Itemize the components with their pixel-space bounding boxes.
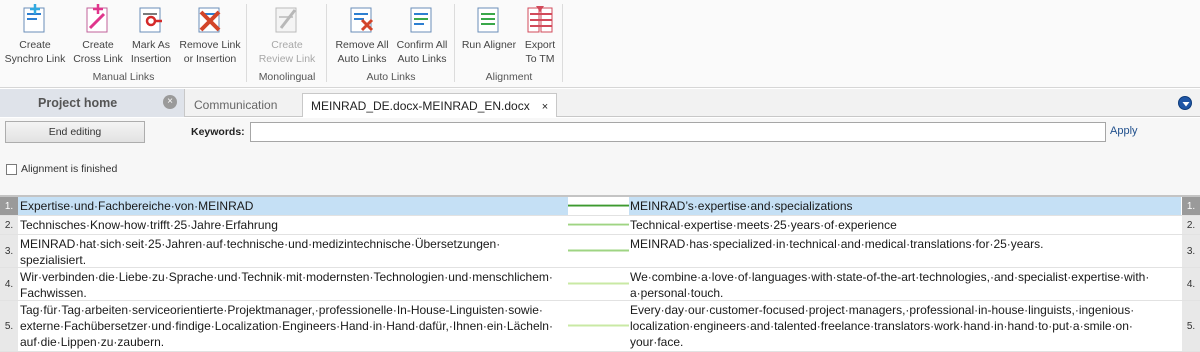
remove-all-auto-links-label: Remove All bbox=[335, 39, 389, 51]
alignment-grid: 1. Expertise·und·Fachbereiche·von·MEINRA… bbox=[0, 195, 1200, 352]
group-label-auto-links: Auto Links bbox=[366, 71, 416, 83]
confirm-all-auto-links-button[interactable]: Confirm All Auto Links bbox=[393, 2, 451, 66]
target-segment-number: 2. bbox=[1182, 216, 1200, 234]
ribbon-group-manual-links: Create Synchro Link Create Cross Link Ma… bbox=[0, 0, 247, 88]
alignment-finished-label: Alignment is finished bbox=[21, 163, 118, 175]
tab-bar: Project home × Communication MEINRAD_DE.… bbox=[0, 89, 1200, 117]
export-to-tm-label-2: To TM bbox=[525, 53, 555, 65]
create-cross-link-icon bbox=[86, 4, 108, 33]
source-segment-text[interactable]: Technisches·Know-how·trifft·25·Jahre·Erf… bbox=[20, 217, 568, 233]
remove-link-icon bbox=[198, 7, 221, 33]
create-review-link-icon bbox=[275, 7, 297, 33]
segment-row[interactable]: 2. Technisches·Know-how·trifft·25·Jahre·… bbox=[0, 216, 1200, 235]
source-segment-text[interactable]: Tag·für·Tag·arbeiten·serviceorientierte·… bbox=[20, 302, 568, 350]
segment-row[interactable]: 4. Wir·verbinden·die·Liebe·zu·Sprache·un… bbox=[0, 268, 1200, 301]
source-segment-text[interactable]: Expertise·und·Fachbereiche·von·MEINRAD bbox=[20, 198, 568, 214]
create-cross-link-label-2: Cross Link bbox=[73, 53, 123, 65]
alignment-link[interactable] bbox=[568, 216, 629, 234]
remove-all-auto-links-button[interactable]: Remove All Auto Links bbox=[333, 2, 391, 66]
tab-list-dropdown-icon[interactable] bbox=[1178, 96, 1192, 110]
alignment-link[interactable] bbox=[568, 235, 629, 267]
group-label-manual-links: Manual Links bbox=[92, 71, 155, 83]
alignment-finished-checkbox[interactable] bbox=[6, 164, 17, 175]
group-label-alignment: Alignment bbox=[485, 71, 533, 83]
close-tab-icon[interactable]: × bbox=[542, 101, 548, 113]
source-segment-number: 4. bbox=[0, 268, 18, 300]
remove-all-auto-links-icon bbox=[350, 7, 374, 33]
source-segment-number: 2. bbox=[0, 216, 18, 234]
target-segment-number: 3. bbox=[1182, 235, 1200, 267]
mark-as-insertion-icon bbox=[139, 7, 162, 33]
create-review-link-button[interactable]: Create Review Link bbox=[257, 2, 317, 66]
keywords-label: Keywords: bbox=[191, 126, 245, 138]
target-segment-number: 1. bbox=[1182, 197, 1200, 215]
source-segment-number: 1. bbox=[0, 197, 18, 215]
ribbon-group-monolingual: Create Review Link Monolingual bbox=[247, 0, 327, 88]
mark-as-insertion-label: Mark As bbox=[132, 39, 170, 51]
close-project-home-icon[interactable]: × bbox=[163, 95, 177, 109]
export-to-tm-button[interactable]: Export To TM bbox=[521, 2, 559, 66]
tab-communication[interactable]: Communication bbox=[186, 93, 285, 117]
alignment-link[interactable] bbox=[568, 197, 629, 215]
confirm-all-auto-links-label-2: Auto Links bbox=[397, 53, 447, 65]
target-segment-text[interactable]: MEINRAD’s·expertise·and·specializations bbox=[630, 198, 1178, 214]
tab-active-document-label: MEINRAD_DE.docx-MEINRAD_EN.docx bbox=[311, 99, 530, 113]
run-aligner-button[interactable]: Run Aligner bbox=[459, 2, 519, 52]
apply-link[interactable]: Apply bbox=[1110, 125, 1138, 137]
ribbon: Create Synchro Link Create Cross Link Ma… bbox=[0, 0, 1200, 88]
run-aligner-icon bbox=[477, 7, 499, 33]
target-segment-number: 5. bbox=[1182, 301, 1200, 351]
tab-active-document[interactable]: MEINRAD_DE.docx-MEINRAD_EN.docx × bbox=[302, 93, 558, 117]
source-segment-text[interactable]: Wir·verbinden·die·Liebe·zu·Sprache·und·T… bbox=[20, 269, 568, 301]
segment-row[interactable]: 5. Tag·für·Tag·arbeiten·serviceorientier… bbox=[0, 301, 1200, 352]
remove-link-label-2: or Insertion bbox=[183, 53, 237, 65]
target-segment-text[interactable]: Technical·expertise·meets·25·years·of·ex… bbox=[630, 217, 1178, 233]
source-segment-number: 5. bbox=[0, 301, 18, 351]
create-cross-link-label: Create bbox=[82, 39, 114, 51]
end-editing-button[interactable]: End editing bbox=[5, 121, 145, 143]
ribbon-group-auto-links: Remove All Auto Links Confirm All Auto L… bbox=[327, 0, 455, 88]
target-segment-text[interactable]: We·combine·a·love·of·languages·with·stat… bbox=[630, 269, 1178, 301]
target-segment-text[interactable]: MEINRAD·has·specialized·in·technical·and… bbox=[630, 236, 1178, 252]
keywords-input[interactable] bbox=[250, 122, 1106, 142]
confirm-all-auto-links-icon bbox=[410, 7, 432, 33]
confirm-all-auto-links-label: Confirm All bbox=[396, 39, 448, 51]
group-label-monolingual: Monolingual bbox=[258, 71, 316, 83]
target-segment-number: 4. bbox=[1182, 268, 1200, 300]
tab-project-home-label: Project home bbox=[38, 96, 118, 110]
remove-link-label: Remove Link bbox=[179, 39, 241, 51]
create-synchro-link-button[interactable]: Create Synchro Link bbox=[4, 2, 66, 66]
export-to-tm-label: Export bbox=[524, 39, 556, 51]
segment-row[interactable]: 1. Expertise·und·Fachbereiche·von·MEINRA… bbox=[0, 197, 1200, 216]
alignment-link[interactable] bbox=[568, 301, 629, 351]
ribbon-group-alignment: Run Aligner Export To TM Alignment bbox=[455, 0, 563, 88]
editor-toolbar: End editing Keywords: Apply Alignment is… bbox=[0, 118, 1200, 195]
create-review-link-label-2: Review Link bbox=[258, 53, 316, 65]
create-synchro-link-icon bbox=[23, 4, 45, 33]
mark-as-insertion-label-2: Insertion bbox=[130, 53, 172, 65]
mark-as-insertion-button[interactable]: Mark As Insertion bbox=[128, 2, 174, 66]
source-segment-text[interactable]: MEINRAD·hat·sich·seit·25·Jahren·auf·tech… bbox=[20, 236, 568, 268]
create-synchro-link-label-2: Synchro Link bbox=[4, 53, 66, 65]
create-synchro-link-label: Create bbox=[19, 39, 51, 51]
create-cross-link-button[interactable]: Create Cross Link bbox=[70, 2, 126, 66]
remove-link-or-insertion-button[interactable]: Remove Link or Insertion bbox=[178, 2, 242, 66]
ribbon-separator bbox=[562, 4, 563, 82]
export-to-tm-icon bbox=[527, 6, 553, 33]
target-segment-text[interactable]: Every·day·our·customer-focused·project·m… bbox=[630, 302, 1178, 350]
remove-all-auto-links-label-2: Auto Links bbox=[337, 53, 387, 65]
run-aligner-label: Run Aligner bbox=[461, 39, 517, 51]
segment-row[interactable]: 3. MEINRAD·hat·sich·seit·25·Jahren·auf·t… bbox=[0, 235, 1200, 268]
source-segment-number: 3. bbox=[0, 235, 18, 267]
tab-project-home[interactable]: Project home × bbox=[0, 89, 185, 117]
tab-communication-label: Communication bbox=[194, 98, 278, 112]
create-review-link-label: Create bbox=[271, 39, 303, 51]
alignment-link[interactable] bbox=[568, 268, 629, 300]
